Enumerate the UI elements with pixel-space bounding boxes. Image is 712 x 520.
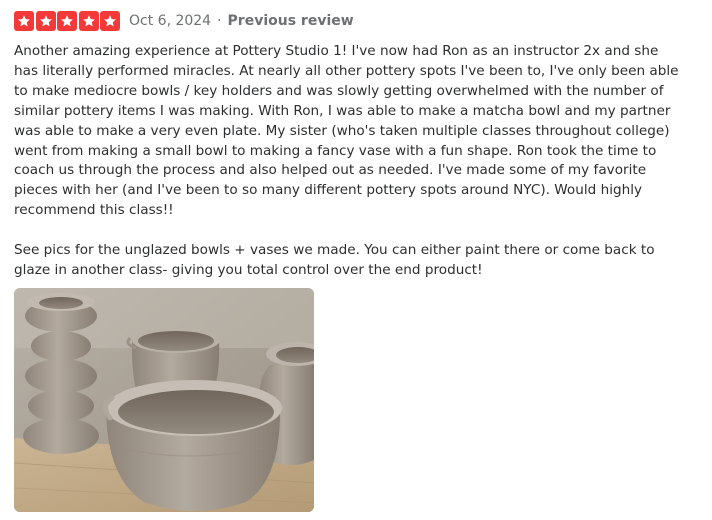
star-icon (57, 11, 77, 31)
previous-review-link[interactable]: Previous review (228, 13, 354, 29)
review-paragraph: Another amazing experience at Pottery St… (14, 43, 679, 219)
star-icon (14, 11, 34, 31)
review-date: Oct 6, 2024 (129, 13, 212, 29)
meta-separator: · (217, 13, 222, 29)
review-header: Oct 6, 2024 · Previous review (14, 11, 354, 31)
star-rating (14, 11, 120, 31)
star-icon (78, 11, 99, 31)
review-paragraph: See pics for the unglazed bowls + vases … (14, 242, 655, 278)
star-icon (100, 11, 120, 31)
review-text: Another amazing experience at Pottery St… (14, 42, 686, 281)
review-photo[interactable] (14, 288, 314, 512)
star-icon (35, 11, 56, 31)
